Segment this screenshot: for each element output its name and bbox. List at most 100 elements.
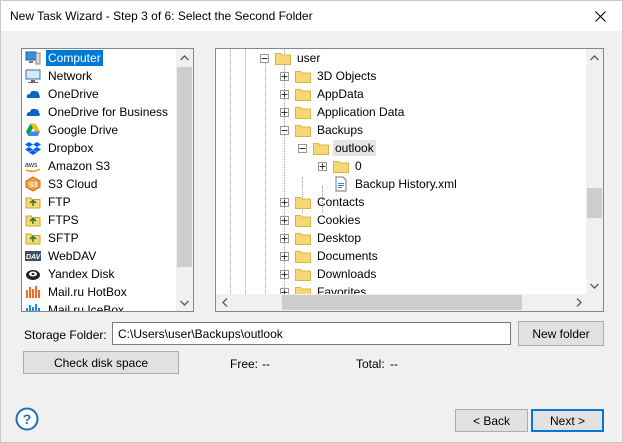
tree-item-label: AppData <box>317 87 364 101</box>
tree-vertical-scrollbar[interactable] <box>586 49 603 294</box>
mailru-hotbox-icon <box>25 284 41 300</box>
close-icon <box>594 11 606 22</box>
tree-item-label: Application Data <box>317 105 405 119</box>
tree-guide-line <box>265 58 266 294</box>
tree-folder[interactable]: 0 <box>318 157 364 175</box>
ftps-icon <box>25 212 41 228</box>
source-item-yandex-disk[interactable]: Yandex Disk <box>22 265 177 283</box>
expand-icon[interactable] <box>280 269 289 279</box>
source-item-mailru-icebox[interactable]: Mail.ru IceBox <box>22 301 177 311</box>
tree-folder[interactable]: Contacts <box>280 193 366 211</box>
free-label: Free: <box>230 357 259 371</box>
folder-icon <box>295 106 311 119</box>
scroll-thumb[interactable] <box>587 188 602 218</box>
source-item-computer[interactable]: Computer <box>22 49 177 67</box>
source-item-label: Computer <box>46 50 103 66</box>
wizard-body: Computer Network OneDrive OneDrive for Busi… <box>0 31 623 443</box>
next-button[interactable]: Next > <box>531 409 604 432</box>
source-item-google-drive[interactable]: Google Drive <box>22 121 177 139</box>
tree-folder[interactable]: Backups <box>280 121 365 139</box>
scroll-thumb[interactable] <box>282 295 522 310</box>
source-item-onedrive[interactable]: OneDrive <box>22 85 177 103</box>
folder-tree: user 3D Objects AppData Application Data Bac… <box>216 49 587 294</box>
source-item-label: WebDAV <box>48 249 97 263</box>
scroll-thumb[interactable] <box>177 67 192 267</box>
tree-folder[interactable]: Favorites <box>280 283 368 294</box>
source-item-ftps[interactable]: FTPS <box>22 211 177 229</box>
folder-icon <box>333 160 349 173</box>
close-button[interactable] <box>578 1 622 32</box>
google-drive-icon <box>25 122 41 138</box>
tree-folder[interactable]: AppData <box>280 85 366 103</box>
expand-icon[interactable] <box>280 107 289 117</box>
expand-icon[interactable] <box>280 71 289 81</box>
help-button[interactable]: ? <box>15 407 39 431</box>
onedrive-business-icon <box>25 104 41 120</box>
tree-horizontal-scrollbar[interactable] <box>216 294 587 311</box>
scroll-up-button[interactable] <box>176 49 193 66</box>
back-button[interactable]: < Back <box>455 409 528 432</box>
folder-icon <box>275 52 291 65</box>
scroll-down-button[interactable] <box>176 294 193 311</box>
collapse-icon[interactable] <box>280 125 289 135</box>
folder-icon <box>313 142 329 155</box>
source-item-label: OneDrive for Business <box>48 105 169 119</box>
source-list: Computer Network OneDrive OneDrive for Busi… <box>22 49 177 311</box>
check-disk-space-button[interactable]: Check disk space <box>23 351 179 374</box>
back-label: < Back <box>472 413 511 428</box>
storage-folder-input[interactable] <box>112 322 511 345</box>
folder-tree-panel: user 3D Objects AppData Application Data Bac… <box>215 48 604 312</box>
source-list-scrollbar[interactable] <box>176 49 193 311</box>
scroll-down-button[interactable] <box>586 277 603 294</box>
source-item-dropbox[interactable]: Dropbox <box>22 139 177 157</box>
svg-text:S3: S3 <box>29 182 38 189</box>
source-item-label: FTPS <box>48 213 79 227</box>
tree-item-label: Favorites <box>317 285 367 294</box>
folder-icon <box>295 286 311 294</box>
expand-icon[interactable] <box>280 215 289 225</box>
tree-folder[interactable]: Desktop <box>280 229 363 247</box>
scroll-left-button[interactable] <box>216 294 233 311</box>
window-title: New Task Wizard - Step 3 of 6: Select th… <box>10 9 313 23</box>
source-item-label: Dropbox <box>48 141 94 155</box>
folder-icon <box>295 70 311 83</box>
source-item-label: FTP <box>48 195 71 209</box>
tree-item-label: Downloads <box>317 267 377 281</box>
tree-folder[interactable]: Downloads <box>280 265 378 283</box>
collapse-icon[interactable] <box>298 143 307 153</box>
source-item-ftp[interactable]: FTP <box>22 193 177 211</box>
source-item-mailru-hotbox[interactable]: Mail.ru HotBox <box>22 283 177 301</box>
amazon-s3-icon: aws <box>25 158 41 174</box>
source-item-onedrive-business[interactable]: OneDrive for Business <box>22 103 177 121</box>
source-item-webdav[interactable]: DAV WebDAV <box>22 247 177 265</box>
expand-icon[interactable] <box>318 161 327 171</box>
new-folder-button[interactable]: New folder <box>518 321 604 346</box>
scroll-right-button[interactable] <box>570 294 587 311</box>
source-item-label: S3 Cloud <box>48 177 98 191</box>
tree-folder[interactable]: Cookies <box>280 211 362 229</box>
expand-icon[interactable] <box>280 251 289 261</box>
tree-folder[interactable]: outlook <box>298 139 376 157</box>
title-bar: New Task Wizard - Step 3 of 6: Select th… <box>0 0 623 31</box>
expand-icon[interactable] <box>280 89 289 99</box>
expand-icon[interactable] <box>280 197 289 207</box>
xml-file-icon <box>333 176 349 192</box>
source-item-network[interactable]: Network <box>22 67 177 85</box>
tree-item-label: 3D Objects <box>317 69 377 83</box>
tree-folder[interactable]: 3D Objects <box>280 67 378 85</box>
source-item-amazon-s3[interactable]: aws Amazon S3 <box>22 157 177 175</box>
source-item-sftp[interactable]: SFTP <box>22 229 177 247</box>
tree-folder[interactable]: Application Data <box>280 103 406 121</box>
tree-folder[interactable]: user <box>260 49 322 67</box>
folder-icon <box>295 196 311 209</box>
scroll-up-button[interactable] <box>586 49 603 66</box>
source-item-label: OneDrive <box>48 87 99 101</box>
storage-folder-label: Storage Folder: <box>24 328 107 342</box>
tree-item-label: Desktop <box>317 231 362 245</box>
source-item-s3-cloud[interactable]: S3 S3 Cloud <box>22 175 177 193</box>
source-item-label: Google Drive <box>48 123 119 137</box>
expand-icon[interactable] <box>280 233 289 243</box>
tree-folder[interactable]: Documents <box>280 247 380 265</box>
tree-file[interactable]: Backup History.xml <box>318 175 459 193</box>
collapse-icon[interactable] <box>260 53 269 63</box>
